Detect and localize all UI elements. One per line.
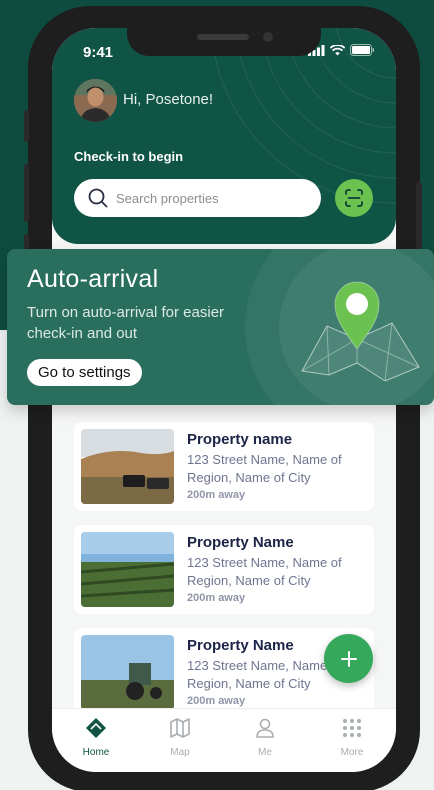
search-bar[interactable] (74, 179, 321, 217)
scan-icon (345, 189, 363, 207)
mute-switch (24, 110, 29, 142)
grid-icon (343, 719, 361, 737)
property-name: Property name (187, 431, 293, 448)
speaker-grille (197, 34, 249, 40)
location-map-icon (301, 281, 420, 381)
tab-map[interactable]: Map (150, 717, 210, 758)
property-address: 123 Street Name, Name of Region, Name of… (187, 452, 342, 485)
greeting-text: Hi, Posetone! (123, 91, 214, 108)
banner-text: Turn on auto-arrival for easier check-in… (27, 304, 225, 342)
tab-me[interactable]: Me (235, 717, 295, 758)
phone-notch (127, 24, 321, 56)
tab-bar: Home Map Me More (52, 708, 396, 772)
tab-home[interactable]: Home (66, 717, 126, 758)
property-distance: 200m away (187, 695, 246, 707)
property-card[interactable]: Property Name 123 Street Name, Name of R… (74, 525, 374, 614)
property-address: 123 Street Name, Name of Region, Name of… (187, 555, 342, 588)
plus-icon (340, 650, 357, 667)
property-image (81, 635, 174, 710)
banner-title: Auto-arrival (27, 265, 159, 293)
property-distance: 200m away (187, 489, 246, 501)
property-name: Property Name (187, 637, 294, 654)
tab-label: Me (258, 747, 272, 758)
property-name: Property Name (187, 534, 294, 551)
search-input[interactable] (116, 179, 306, 217)
map-icon (170, 718, 190, 738)
property-distance: 200m away (187, 592, 246, 604)
property-image (81, 429, 174, 504)
tab-label: Home (82, 747, 110, 758)
status-icons (308, 44, 374, 56)
add-button[interactable] (324, 634, 373, 683)
front-camera (263, 32, 273, 42)
search-icon (88, 188, 108, 208)
property-card[interactable]: Property name 123 Street Name, Name of R… (74, 422, 374, 511)
avatar[interactable] (74, 79, 117, 122)
status-time: 9:41 (83, 44, 114, 61)
auto-arrival-banner: Auto-arrival Turn on auto-arrival for ea… (7, 249, 434, 405)
volume-up-button (24, 164, 29, 222)
go-to-settings-button[interactable]: Go to settings (27, 359, 142, 386)
avatar-photo (74, 79, 117, 122)
tab-label: More (340, 747, 364, 758)
battery-icon (350, 44, 374, 56)
scan-button[interactable] (335, 179, 373, 217)
user-icon (256, 718, 274, 738)
property-image (81, 532, 174, 607)
tab-label: Map (170, 747, 190, 758)
app-header: 9:41 Hi, Posetone! Check-in to begin Sea… (52, 28, 396, 244)
wifi-icon (330, 44, 345, 55)
home-icon (86, 718, 106, 738)
tab-more[interactable]: More (322, 717, 382, 758)
checkin-label: Check-in to begin (74, 149, 184, 164)
